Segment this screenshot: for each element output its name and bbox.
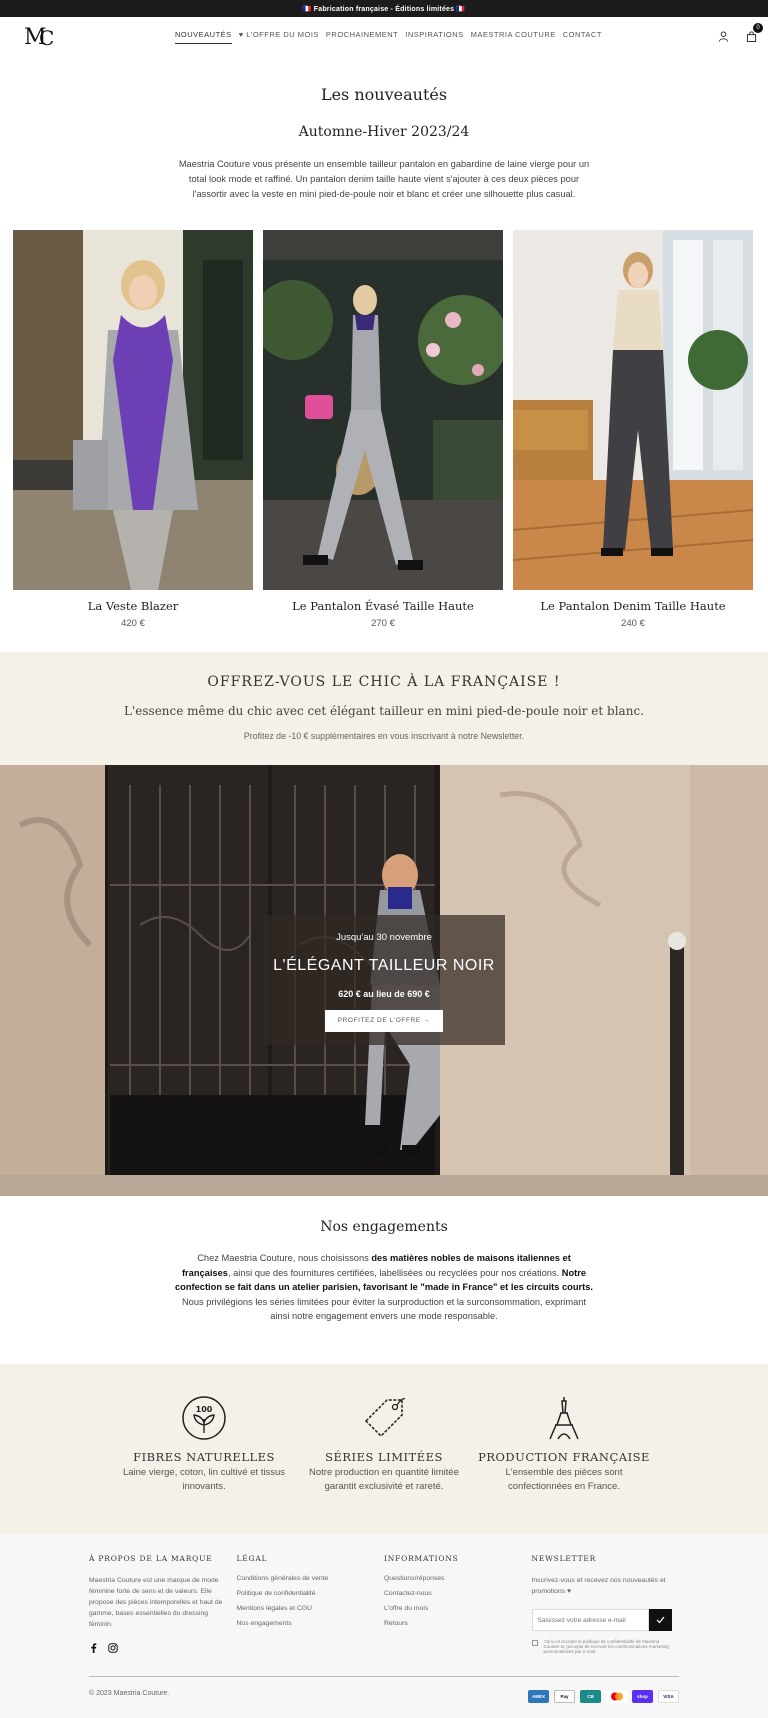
intro-text: Maestria Couture vous présente un ensemb… [178, 159, 590, 199]
product-card[interactable]: Le Pantalon Denim Taille Haute 240 € [513, 230, 753, 629]
footer-link-contact[interactable]: Contactez-nous [384, 1590, 532, 1597]
feature-text: L'ensemble des pièces sont confectionnée… [505, 1467, 623, 1492]
footer-link-returns[interactable]: Retours [384, 1620, 532, 1627]
cb-icon: CB [580, 1690, 601, 1703]
offer-title: OFFREZ-VOUS LE CHIC À LA FRANÇAISE ! [207, 674, 561, 690]
footer-link-cgv[interactable]: Conditions générales de vente [237, 1575, 385, 1582]
footer-link-offer[interactable]: L'offre du mois [384, 1605, 532, 1612]
footer-heading: À propos de la marque [89, 1554, 213, 1563]
tag-icon [364, 1398, 406, 1438]
feature-natural-fibers: 100 FIBRES NATURELLES Laine vierge, coto… [114, 1395, 294, 1534]
hero-cta-button[interactable]: PROFITEZ DE L'OFFRE → [324, 1010, 444, 1032]
hero-banner: Jusqu'au 30 novembre L'ÉLÉGANT TAILLEUR … [0, 765, 768, 1196]
nav-item-maestria-couture[interactable]: Maestria Couture [471, 30, 556, 44]
engagements-title: Nos engagements [320, 1219, 448, 1235]
feature-title: PRODUCTION FRANÇAISE [478, 1450, 650, 1464]
mastercard-icon [606, 1690, 627, 1703]
footer-heading: Newsletter [531, 1554, 597, 1563]
page-title: Les nouveautés [320, 85, 448, 104]
svg-text:C: C [39, 26, 54, 49]
social-links [89, 1640, 237, 1658]
shop-pay-icon: shop [632, 1690, 653, 1703]
offer-banner: OFFREZ-VOUS LE CHIC À LA FRANÇAISE ! L'e… [0, 652, 768, 765]
visa-icon: VISA [658, 1690, 679, 1703]
nav-item-prochainement[interactable]: Prochainement [326, 30, 398, 44]
product-name[interactable]: Le Pantalon Denim Taille Haute [513, 599, 753, 613]
nav-item-nouveautes[interactable]: Nouveautés [175, 30, 232, 44]
feature-text: Laine vierge, coton, lin cultivé et tiss… [122, 1467, 286, 1492]
site-header: M C Nouveautés ♥ L'offre du mois Prochai… [0, 17, 768, 57]
footer-info: Informations Questions/réponses Contacte… [384, 1554, 532, 1658]
newsletter-consent: J'ai lu et accepte la politique de confi… [531, 1639, 672, 1654]
product-image[interactable] [513, 230, 753, 590]
newsletter-submit-button[interactable] [648, 1609, 672, 1631]
product-name[interactable]: Le Pantalon Évasé Taille Haute [263, 599, 503, 613]
newsletter-email-input[interactable] [531, 1609, 649, 1631]
product-image[interactable] [13, 230, 253, 590]
feature-title: SÉRIES LIMITÉES [325, 1450, 443, 1464]
consent-checkbox[interactable] [531, 1640, 538, 1646]
nav-item-contact[interactable]: Contact [563, 30, 602, 44]
payment-icons: AMEX Pay CB shop VISA [528, 1690, 679, 1703]
season-title: Automne-Hiver 2023/24 [298, 124, 470, 140]
facebook-icon[interactable] [89, 1640, 98, 1658]
instagram-icon[interactable] [108, 1640, 118, 1658]
footer-link-mentions[interactable]: Mentions légales et CGU [237, 1605, 385, 1612]
cart-icon[interactable]: 0 [744, 23, 763, 43]
consent-text: J'ai lu et accepte la politique de confi… [543, 1639, 669, 1654]
product-name[interactable]: La Veste Blazer [13, 599, 253, 613]
newsletter-text: Inscrivez-vous et recevez nos nouveautés… [531, 1577, 666, 1595]
feature-title: FIBRES NATURELLES [133, 1450, 275, 1464]
svg-text:100: 100 [196, 1405, 213, 1414]
offer-subtitle: L'essence même du chic avec cet élégant … [124, 704, 644, 718]
features-section: 100 FIBRES NATURELLES Laine vierge, coto… [0, 1364, 768, 1534]
copyright: © 2023 Maestria Couture. [89, 1690, 170, 1697]
check-icon [656, 1616, 664, 1624]
engagements-section: Nos engagements Chez Maestria Couture, n… [0, 1196, 768, 1364]
product-price: 420 € [121, 618, 145, 629]
leaf-badge-icon: 100 [182, 1396, 226, 1440]
footer-link-privacy[interactable]: Politique de confidentialité [237, 1590, 385, 1597]
announcement-text: 🇫🇷 Fabrication française - Éditions limi… [302, 5, 466, 13]
newsletter-form [531, 1609, 672, 1631]
hero-price: 620 € au lieu de 690 € [338, 989, 430, 999]
feature-text: Notre production en quantité limitée gar… [309, 1467, 459, 1492]
cart-count-badge: 0 [753, 23, 763, 33]
brand-logo[interactable]: M C [24, 23, 60, 50]
product-price: 270 € [371, 618, 395, 629]
product-card[interactable]: La Veste Blazer 420 € [13, 230, 253, 629]
footer-bottom: © 2023 Maestria Couture. AMEX Pay CB sho… [89, 1676, 679, 1703]
feature-limited-series: SÉRIES LIMITÉES Notre production en quan… [294, 1395, 474, 1534]
header-icons: 0 [716, 23, 763, 43]
nav-item-offre-du-mois[interactable]: ♥ L'offre du mois [239, 30, 319, 44]
offer-note: Profitez de -10 € supplémentaires en vou… [243, 731, 525, 741]
apple-pay-icon: Pay [554, 1690, 575, 1703]
account-icon[interactable] [716, 29, 730, 43]
product-grid: La Veste Blazer 420 € Le Pantalon Évasé … [0, 230, 768, 629]
intro-section: Les nouveautés Automne-Hiver 2023/24 Mae… [0, 57, 768, 202]
footer-link-faq[interactable]: Questions/réponses [384, 1575, 532, 1582]
footer-legal: Légal Conditions générales de vente Poli… [237, 1554, 385, 1658]
footer-heading: Informations [384, 1554, 459, 1563]
engagements-text: Chez Maestria Couture, nous choisissons … [175, 1253, 594, 1321]
main-nav: Nouveautés ♥ L'offre du mois Prochaineme… [175, 30, 602, 44]
site-footer: À propos de la marque Maestria Couture e… [0, 1534, 768, 1718]
footer-newsletter: Newsletter Inscrivez-vous et recevez nos… [531, 1554, 680, 1658]
nav-item-inspirations[interactable]: Inspirations [405, 30, 463, 44]
product-price: 240 € [621, 618, 645, 629]
hero-title: L'ÉLÉGANT TAILLEUR NOIR [273, 957, 495, 974]
feature-french-production: PRODUCTION FRANÇAISE L'ensemble des pièc… [474, 1395, 654, 1534]
footer-about-text: Maestria Couture est une marque de mode … [89, 1577, 223, 1628]
hero-promo-box: Jusqu'au 30 novembre L'ÉLÉGANT TAILLEUR … [263, 915, 505, 1045]
amex-icon: AMEX [528, 1690, 549, 1703]
product-image[interactable] [263, 230, 503, 590]
footer-link-engagements[interactable]: Nos engagements [237, 1620, 385, 1627]
footer-about: À propos de la marque Maestria Couture e… [89, 1554, 237, 1658]
footer-heading: Légal [236, 1554, 268, 1563]
announcement-bar: 🇫🇷 Fabrication française - Éditions limi… [0, 0, 768, 17]
eiffel-tower-icon [549, 1397, 579, 1440]
hero-date: Jusqu'au 30 novembre [336, 932, 432, 943]
product-card[interactable]: Le Pantalon Évasé Taille Haute 270 € [263, 230, 503, 629]
